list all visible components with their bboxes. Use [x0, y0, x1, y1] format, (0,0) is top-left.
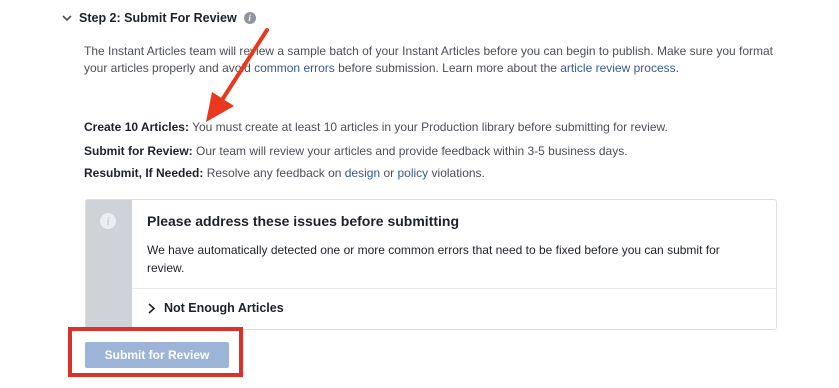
chevron-right-icon [148, 302, 156, 314]
article-review-process-link[interactable]: article review process [560, 61, 675, 75]
info-circle-icon[interactable]: i [243, 12, 256, 24]
step-header[interactable]: Step 2: Submit For Review i [62, 11, 256, 25]
step-title: Step 2: Submit For Review [79, 11, 237, 25]
alert-title: Please address these issues before submi… [147, 213, 460, 229]
alert-sidebar: i [86, 200, 132, 329]
design-link[interactable]: design [345, 166, 380, 180]
alert-body: We have automatically detected one or mo… [147, 243, 720, 275]
requirement-resubmit: Resubmit, If Needed: Resolve any feedbac… [84, 166, 485, 180]
requirement-create-articles: Create 10 Articles: You must create at l… [84, 120, 668, 134]
issue-not-enough-articles[interactable]: Not Enough Articles [147, 301, 284, 315]
chevron-down-icon[interactable] [62, 13, 72, 23]
annotation-highlight-box [68, 327, 243, 377]
issues-alert-panel: i Please address these issues before sub… [85, 199, 777, 330]
requirement-submit-review: Submit for Review: Our team will review … [84, 144, 628, 158]
info-icon: i [100, 213, 116, 229]
step-description: The Instant Articles team will review a … [84, 44, 774, 75]
divider [132, 288, 776, 289]
issue-label: Not Enough Articles [164, 301, 284, 315]
policy-link[interactable]: policy [398, 166, 429, 180]
common-errors-link[interactable]: common errors [254, 61, 335, 75]
